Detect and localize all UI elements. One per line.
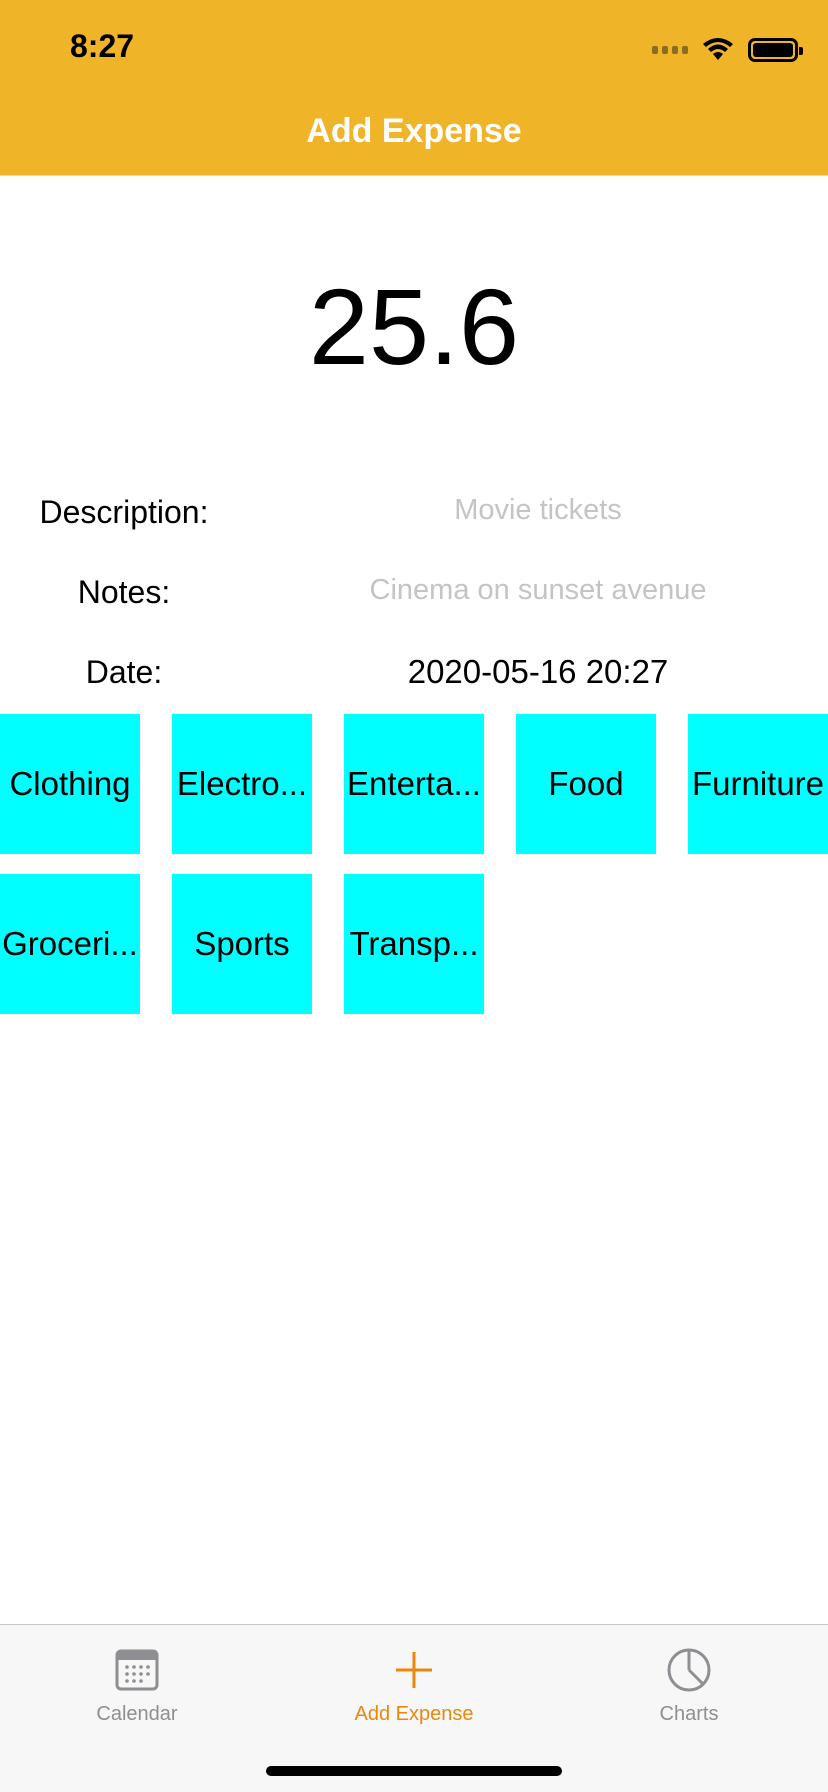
cellular-signal-icon xyxy=(652,46,688,54)
page-title: Add Expense xyxy=(306,112,522,150)
tab-charts[interactable]: Charts xyxy=(589,1645,789,1726)
wifi-icon xyxy=(703,38,733,60)
navigation-header: 8:27 Add Expense xyxy=(0,0,828,176)
category-clothing[interactable]: Clothing xyxy=(0,714,140,854)
tab-charts-label: Charts xyxy=(659,1703,719,1725)
category-food[interactable]: Food xyxy=(516,714,656,854)
category-entertainment[interactable]: Enterta... xyxy=(344,714,484,854)
date-label: Date: xyxy=(85,654,163,690)
tab-add-expense-label: Add Expense xyxy=(354,1703,474,1725)
plus-icon xyxy=(396,1652,432,1688)
tab-calendar[interactable]: Calendar xyxy=(37,1645,237,1726)
expense-amount[interactable]: 25.6 xyxy=(0,262,828,392)
category-electronics[interactable]: Electro... xyxy=(172,714,312,854)
notes-field[interactable]: Cinema on sunset avenue xyxy=(288,570,788,610)
notes-label: Notes: xyxy=(77,574,171,610)
date-field[interactable]: 2020-05-16 20:27 xyxy=(288,652,788,692)
calendar-icon xyxy=(115,1649,159,1691)
category-groceries[interactable]: Groceri... xyxy=(0,874,140,1014)
tab-calendar-label: Calendar xyxy=(96,1703,178,1725)
tab-add-expense[interactable]: Add Expense xyxy=(314,1645,514,1726)
pie-chart-icon xyxy=(667,1648,711,1692)
battery-icon xyxy=(748,38,803,62)
home-indicator[interactable] xyxy=(266,1766,562,1776)
category-transport[interactable]: Transp... xyxy=(344,874,484,1014)
description-label: Description: xyxy=(39,494,209,530)
category-furniture[interactable]: Furniture xyxy=(688,714,828,854)
category-sports[interactable]: Sports xyxy=(172,874,312,1014)
description-field[interactable]: Movie tickets xyxy=(288,490,788,530)
status-time: 8:27 xyxy=(70,28,135,64)
status-indicators xyxy=(652,36,803,64)
